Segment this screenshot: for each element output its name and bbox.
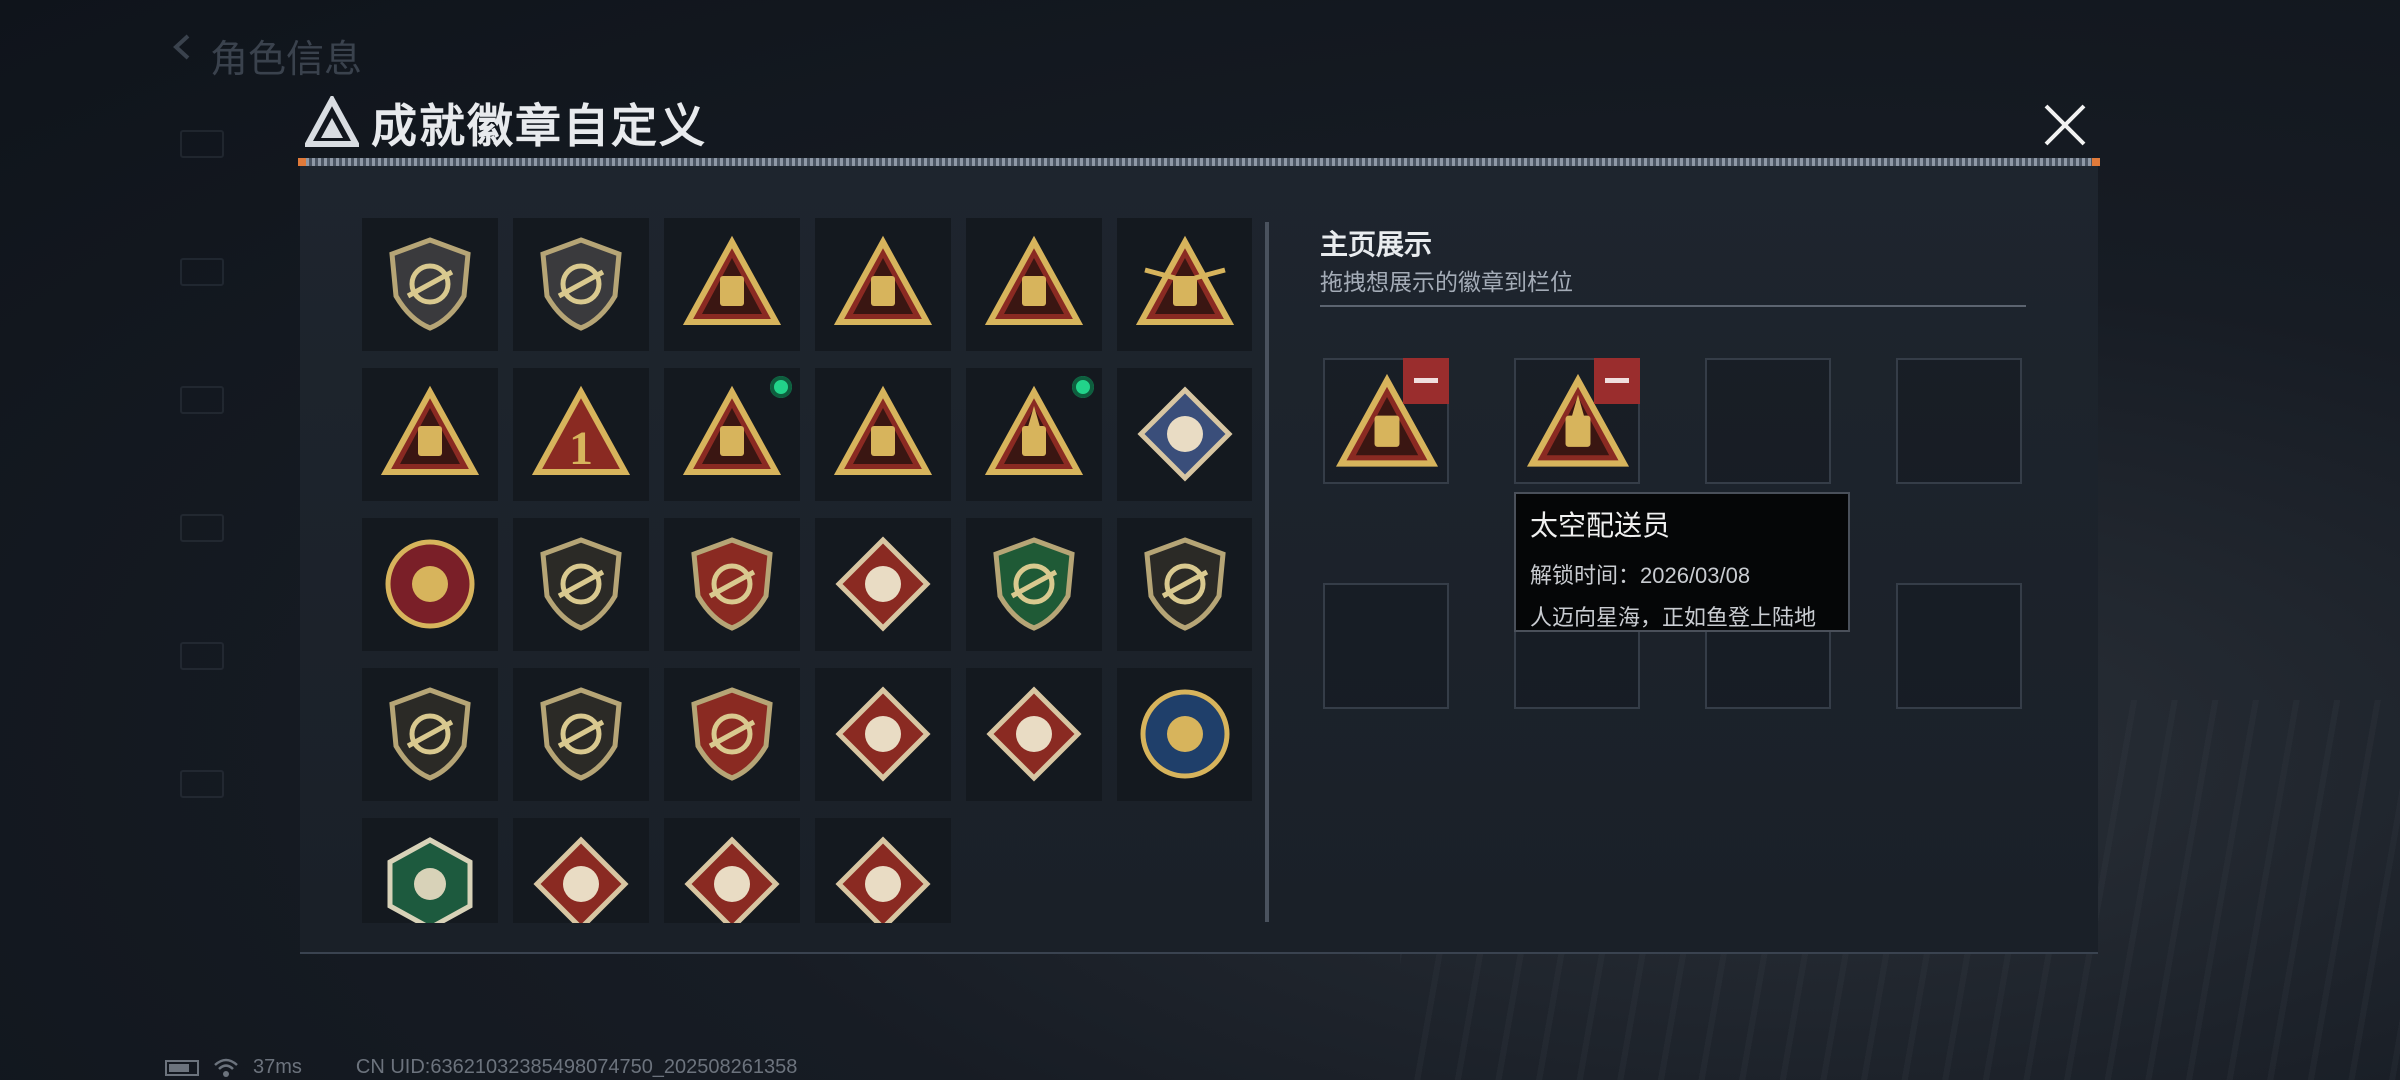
star-wheel-badge-icon — [385, 539, 475, 629]
rifle-shield-badge-icon — [1144, 537, 1226, 631]
showcase-slot[interactable] — [1705, 358, 1831, 484]
showcase-rule — [1320, 305, 2026, 307]
dialog-header: 成就徽章自定义 — [305, 92, 707, 154]
sniper-shield-badge-icon — [540, 687, 622, 781]
backpack-55-badge-icon — [682, 235, 782, 325]
background-sidebar — [180, 130, 280, 830]
badge-cell[interactable] — [815, 368, 951, 501]
crossed-missiles-badge-icon — [691, 687, 773, 781]
badge-cell[interactable]: 1 — [513, 368, 649, 501]
badge-cell[interactable] — [815, 818, 951, 923]
eagle-round-badge-icon — [1140, 689, 1230, 779]
badge-cell[interactable] — [513, 518, 649, 651]
badge-cell[interactable] — [1117, 218, 1252, 351]
badge-cell[interactable] — [966, 518, 1102, 651]
badge-cell[interactable] — [966, 218, 1102, 351]
fist-diamond-badge-icon — [1137, 386, 1233, 482]
badge-cell[interactable] — [1117, 518, 1252, 651]
badge-cell[interactable] — [362, 368, 498, 501]
background-page-title: 角色信息 — [210, 39, 363, 81]
badge-cell[interactable] — [815, 668, 951, 801]
remove-badge-button[interactable] — [1403, 358, 1449, 404]
dialog-top-border — [298, 158, 2100, 166]
close-icon[interactable] — [2040, 100, 2090, 150]
badge-cell[interactable] — [815, 218, 951, 351]
stars-crest-badge-icon — [691, 537, 773, 631]
status-bar: 37ms CN UID:636210323854980747​50_202508… — [165, 1056, 797, 1079]
battery-icon — [165, 1059, 199, 1076]
showcase-slot[interactable] — [1323, 583, 1449, 709]
badge-cell[interactable] — [664, 668, 800, 801]
rifle-shield-badge-2-icon — [389, 687, 471, 781]
wolf-diamond-badge-icon — [835, 686, 931, 782]
wolf-diamond-badge-2-icon — [986, 686, 1082, 782]
number-one-triangle-badge-icon: 1 — [531, 385, 631, 475]
badge-cell[interactable] — [664, 218, 800, 351]
badge-cell[interactable] — [362, 668, 498, 801]
badge-cell[interactable] — [966, 368, 1102, 501]
usb-triangle-badge-icon — [682, 385, 782, 475]
new-indicator-dot — [1072, 376, 1094, 398]
badge-grid: 1 — [362, 218, 1252, 923]
diamond-crest-badge-icon — [835, 536, 931, 632]
back-arrow-icon — [173, 34, 190, 60]
helicopter-shield-badge-icon — [540, 237, 622, 331]
runner-diamond-badge-icon — [835, 836, 931, 923]
tooltip-unlock-time: 解锁时间：2026/03/08 — [1530, 563, 1751, 588]
backpack-58-badge-icon — [984, 235, 1084, 325]
badge-cell[interactable] — [513, 818, 649, 923]
showcase-title: 主页展示 — [1320, 229, 1433, 260]
badge-cell[interactable] — [1117, 368, 1252, 501]
green-rifle-crest-badge-icon — [993, 537, 1075, 631]
new-indicator-dot — [770, 376, 792, 398]
panel-divider — [1265, 222, 1269, 922]
dragonfly-hex-badge-icon — [387, 837, 473, 923]
winged-59-badge-icon — [1135, 235, 1235, 325]
badge-cell[interactable] — [1117, 668, 1252, 801]
dragon-diamond-badge-2-icon — [684, 836, 780, 923]
chevron-shield-badge-icon — [540, 537, 622, 631]
badge-cell[interactable] — [362, 818, 498, 923]
dragon-diamond-badge-icon — [533, 836, 629, 923]
badge-cell[interactable] — [664, 818, 800, 923]
badge-cell[interactable] — [966, 668, 1102, 801]
soldiers-triangle-badge-icon — [833, 385, 933, 475]
backpack-57-badge-icon — [833, 235, 933, 325]
dialog-title: 成就徽章自定义 — [371, 100, 707, 152]
tooltip-badge-name: 太空配送员 — [1530, 510, 1671, 541]
showcase-slot[interactable] — [1896, 583, 2022, 709]
rocket-triangle-badge-icon — [984, 385, 1084, 475]
showcase-hint: 拖拽想展示的徽章到栏位 — [1320, 269, 1573, 295]
badge-cell[interactable] — [664, 518, 800, 651]
remove-badge-button[interactable] — [1594, 358, 1640, 404]
uid-text: CN UID:636210323854980747​50_20250826135… — [355, 1056, 798, 1078]
badge-cell[interactable] — [664, 368, 800, 501]
badge-cell[interactable] — [362, 518, 498, 651]
showcase-slot[interactable] — [1514, 358, 1640, 484]
showcase-slot[interactable] — [1896, 358, 2022, 484]
badge-cell[interactable] — [513, 218, 649, 351]
wifi-icon — [214, 1058, 238, 1077]
ping-value: 37ms — [253, 1056, 302, 1078]
boat-triangle-badge-icon — [380, 385, 480, 475]
badge-cell[interactable] — [815, 518, 951, 651]
triangle-logo-icon — [305, 96, 359, 147]
badge-cell[interactable] — [513, 668, 649, 801]
apex-shield-badge-icon — [389, 237, 471, 331]
tooltip-description: 人迈向星海，正如鱼登上陆地 — [1530, 605, 1817, 630]
svg-text:1: 1 — [569, 422, 593, 475]
showcase-slot[interactable] — [1323, 358, 1449, 484]
badge-tooltip: 太空配送员 解锁时间：2026/03/08 人迈向星海，正如鱼登上陆地 — [1514, 492, 1850, 632]
badge-cell[interactable] — [362, 218, 498, 351]
